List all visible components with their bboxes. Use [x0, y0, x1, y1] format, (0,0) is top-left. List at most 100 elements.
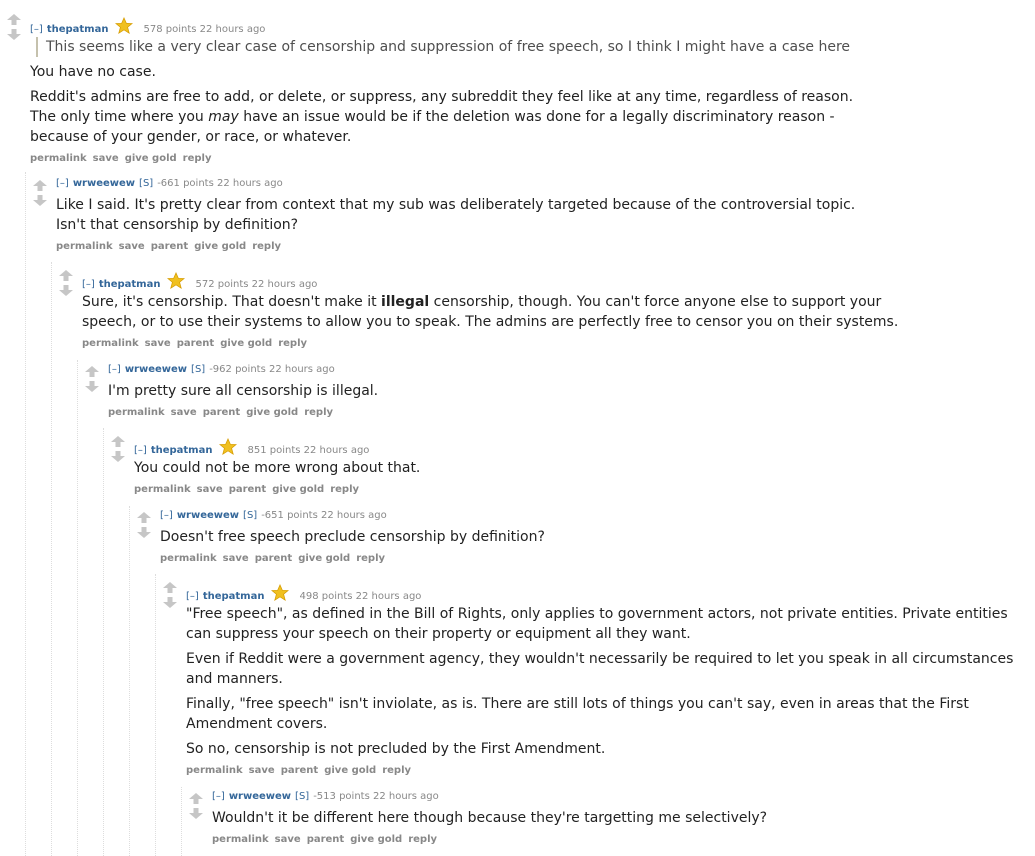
parent-button[interactable]: parent — [281, 765, 319, 776]
comment-paragraph: Finally, "free speech" isn't inviolate, … — [186, 696, 969, 732]
upvote-arrow[interactable] — [7, 14, 21, 25]
gold-star-icon[interactable] — [167, 272, 186, 290]
give-gold-button[interactable]: give gold — [125, 153, 177, 164]
collapse-toggle[interactable]: [–] — [186, 591, 199, 602]
parent-button[interactable]: parent — [307, 834, 345, 845]
comment: [–] thepatman 572 points 22 hours ago Sure… — [82, 272, 1035, 351]
reply-button[interactable]: reply — [356, 553, 385, 564]
save-button[interactable]: save — [223, 553, 249, 564]
comment-tagline: [–] thepatman 578 points 22 hours ago — [30, 17, 1035, 35]
collapse-toggle[interactable]: [–] — [160, 510, 173, 521]
upvote-arrow[interactable] — [59, 270, 73, 281]
score-and-time: 572 points 22 hours ago — [195, 279, 318, 290]
gold-star-icon[interactable] — [219, 438, 238, 456]
upvote-arrow[interactable] — [137, 512, 151, 523]
comment-tagline: [–] wrweewew [S] -661 points 22 hours ago — [56, 176, 1035, 192]
comment-author[interactable]: thepatman — [99, 279, 161, 290]
give-gold-button[interactable]: give gold — [298, 553, 350, 564]
downvote-arrow[interactable] — [33, 195, 47, 206]
downvote-arrow[interactable] — [7, 29, 21, 40]
comment-paragraph: You have no case. — [30, 64, 156, 80]
comment-author[interactable]: wrweewew — [177, 510, 239, 521]
submitter-badge: [S] — [139, 178, 154, 189]
gold-star-icon[interactable] — [115, 17, 134, 35]
comment-author[interactable]: wrweewew — [73, 178, 135, 189]
comment-buttons: permalink save parent give gold reply — [134, 483, 1035, 497]
collapse-toggle[interactable]: [–] — [82, 279, 95, 290]
permalink-button[interactable]: permalink — [134, 484, 191, 495]
downvote-arrow[interactable] — [137, 527, 151, 538]
permalink-button[interactable]: permalink — [108, 407, 165, 418]
downvote-arrow[interactable] — [59, 285, 73, 296]
parent-button[interactable]: parent — [229, 484, 267, 495]
comment-body: Sure, it's censorship. That doesn't make… — [82, 292, 912, 332]
comment: [–] wrweewew [S] -651 points 22 hours ago D… — [160, 508, 1035, 566]
permalink-button[interactable]: permalink — [30, 153, 87, 164]
comment-author[interactable]: thepatman — [151, 445, 213, 456]
save-button[interactable]: save — [171, 407, 197, 418]
permalink-button[interactable]: permalink — [212, 834, 269, 845]
downvote-arrow[interactable] — [85, 381, 99, 392]
comment-buttons: permalink save parent give gold reply — [160, 552, 1035, 566]
downvote-arrow[interactable] — [111, 451, 125, 462]
reply-button[interactable]: reply — [408, 834, 437, 845]
comment-tagline: [–] thepatman 851 points 22 hours ago — [134, 438, 1035, 456]
comment: [–] wrweewew [S] -661 points 22 hours ago L… — [56, 176, 1035, 254]
parent-button[interactable]: parent — [255, 553, 293, 564]
score-and-time: 578 points 22 hours ago — [143, 24, 266, 35]
save-button[interactable]: save — [275, 834, 301, 845]
comment-buttons: permalink save give gold reply — [30, 152, 1035, 166]
submitter-badge: [S] — [191, 364, 206, 375]
collapse-toggle[interactable]: [–] — [56, 178, 69, 189]
give-gold-button[interactable]: give gold — [324, 765, 376, 776]
collapse-toggle[interactable]: [–] — [134, 445, 147, 456]
gold-star-icon[interactable] — [271, 584, 290, 602]
save-button[interactable]: save — [119, 241, 145, 252]
collapse-toggle[interactable]: [–] — [212, 791, 225, 802]
save-button[interactable]: save — [197, 484, 223, 495]
upvote-arrow[interactable] — [111, 436, 125, 447]
parent-button[interactable]: parent — [203, 407, 241, 418]
upvote-arrow[interactable] — [33, 180, 47, 191]
upvote-arrow[interactable] — [163, 582, 177, 593]
comment-paragraph: You could not be more wrong about that. — [134, 460, 421, 476]
reply-button[interactable]: reply — [183, 153, 212, 164]
give-gold-button[interactable]: give gold — [246, 407, 298, 418]
parent-button[interactable]: parent — [151, 241, 189, 252]
reply-button[interactable]: reply — [330, 484, 359, 495]
reply-button[interactable]: reply — [252, 241, 281, 252]
comment-author[interactable]: thepatman — [203, 591, 265, 602]
upvote-arrow[interactable] — [189, 793, 203, 804]
comment-author[interactable]: wrweewew — [125, 364, 187, 375]
give-gold-button[interactable]: give gold — [350, 834, 402, 845]
collapse-toggle[interactable]: [–] — [108, 364, 121, 375]
downvote-arrow[interactable] — [163, 597, 177, 608]
give-gold-button[interactable]: give gold — [220, 338, 272, 349]
comment: [–] thepatman 851 points 22 hours ago You … — [134, 438, 1035, 497]
downvote-arrow[interactable] — [189, 808, 203, 819]
comment-body: This seems like a very clear case of cen… — [30, 37, 1035, 147]
comment-paragraph: Like I said. It's pretty clear from cont… — [56, 197, 856, 233]
comment-author[interactable]: thepatman — [47, 24, 109, 35]
collapse-toggle[interactable]: [–] — [30, 24, 43, 35]
permalink-button[interactable]: permalink — [160, 553, 217, 564]
permalink-button[interactable]: permalink — [82, 338, 139, 349]
upvote-arrow[interactable] — [85, 366, 99, 377]
save-button[interactable]: save — [93, 153, 119, 164]
reply-button[interactable]: reply — [382, 765, 411, 776]
comment-buttons: permalink save parent give gold reply — [212, 833, 1035, 847]
save-button[interactable]: save — [249, 765, 275, 776]
submitter-badge: [S] — [295, 791, 310, 802]
score-and-time: 498 points 22 hours ago — [299, 591, 422, 602]
reply-button[interactable]: reply — [278, 338, 307, 349]
parent-button[interactable]: parent — [177, 338, 215, 349]
comment-paragraph: Sure, it's censorship. That doesn't make… — [82, 294, 899, 330]
comment-author[interactable]: wrweewew — [229, 791, 291, 802]
comment-paragraph: I'm pretty sure all censorship is illega… — [108, 383, 379, 399]
give-gold-button[interactable]: give gold — [194, 241, 246, 252]
permalink-button[interactable]: permalink — [186, 765, 243, 776]
reply-button[interactable]: reply — [304, 407, 333, 418]
give-gold-button[interactable]: give gold — [272, 484, 324, 495]
save-button[interactable]: save — [145, 338, 171, 349]
permalink-button[interactable]: permalink — [56, 241, 113, 252]
